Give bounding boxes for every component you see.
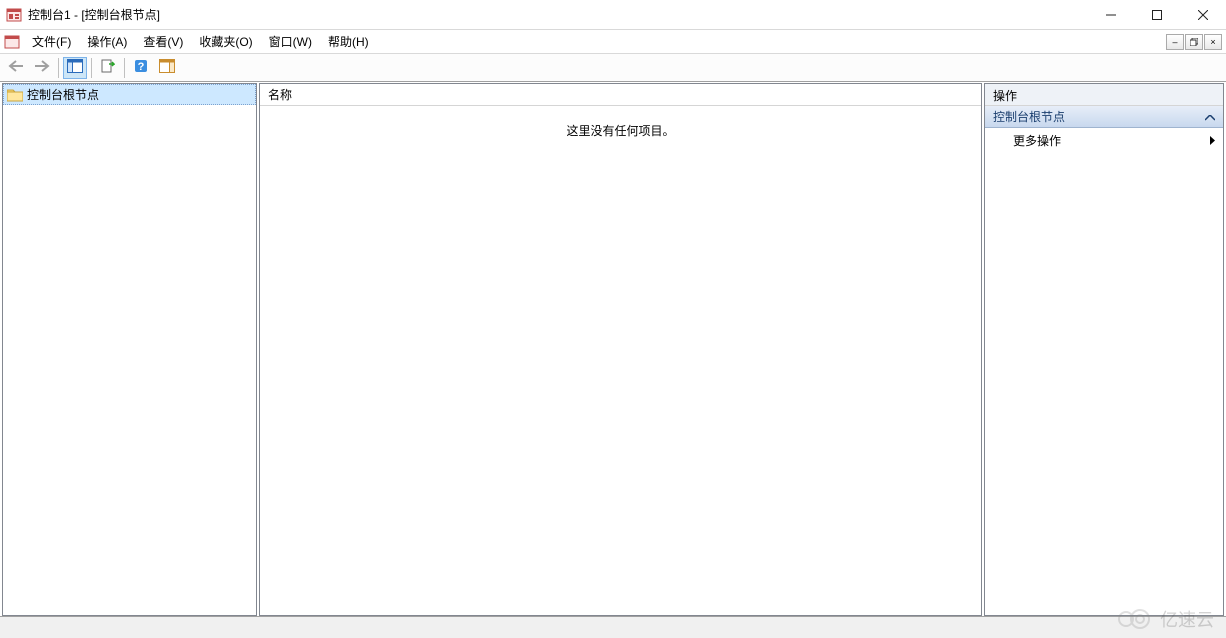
arrow-left-icon xyxy=(8,59,24,76)
action-more-actions-label: 更多操作 xyxy=(1013,132,1061,149)
workspace: 控制台根节点 名称 这里没有任何项目。 操作 控制台根节点 更多操作 xyxy=(0,82,1226,616)
action-more-actions[interactable]: 更多操作 xyxy=(985,128,1223,153)
menu-view[interactable]: 查看(V) xyxy=(135,30,191,53)
close-button[interactable] xyxy=(1180,0,1226,29)
toolbar: ? xyxy=(0,54,1226,82)
menu-favorites[interactable]: 收藏夹(O) xyxy=(191,30,260,53)
forward-button[interactable] xyxy=(30,57,54,79)
tree-root-label: 控制台根节点 xyxy=(27,86,99,103)
action-group-label: 控制台根节点 xyxy=(993,108,1065,125)
column-header-name-label: 名称 xyxy=(268,86,292,103)
maximize-button[interactable] xyxy=(1134,0,1180,29)
mdi-restore-button[interactable] xyxy=(1185,34,1203,50)
status-bar xyxy=(0,616,1226,638)
collapse-up-icon xyxy=(1205,110,1215,124)
menu-window[interactable]: 窗口(W) xyxy=(261,30,320,53)
action-pane-header: 操作 xyxy=(985,84,1223,106)
mdi-controls: – × xyxy=(1165,34,1224,50)
empty-list-message: 这里没有任何项目。 xyxy=(260,106,981,139)
menu-bar: 文件(F) 操作(A) 查看(V) 收藏夹(O) 窗口(W) 帮助(H) – × xyxy=(0,30,1226,54)
mdi-close-button[interactable]: × xyxy=(1204,34,1222,50)
menu-file[interactable]: 文件(F) xyxy=(24,30,79,53)
doc-icon xyxy=(4,34,20,50)
show-tree-button[interactable] xyxy=(63,57,87,79)
sidepane-icon xyxy=(159,59,175,76)
panes-icon xyxy=(67,59,83,76)
mdi-minimize-button[interactable]: – xyxy=(1166,34,1184,50)
action-group-header[interactable]: 控制台根节点 xyxy=(985,106,1223,128)
export-icon xyxy=(101,59,115,76)
list-pane: 名称 这里没有任何项目。 xyxy=(259,83,982,616)
help-button[interactable]: ? xyxy=(129,57,153,79)
arrow-right-icon xyxy=(34,59,50,76)
back-button[interactable] xyxy=(4,57,28,79)
chevron-right-icon xyxy=(1210,134,1215,148)
folder-icon xyxy=(7,88,23,102)
minimize-button[interactable] xyxy=(1088,0,1134,29)
action-pane: 操作 控制台根节点 更多操作 xyxy=(984,83,1224,616)
export-button[interactable] xyxy=(96,57,120,79)
tree-pane: 控制台根节点 xyxy=(2,83,257,616)
title-bar: 控制台1 - [控制台根节点] xyxy=(0,0,1226,30)
svg-text:?: ? xyxy=(138,61,145,73)
toolbar-separator xyxy=(58,58,59,78)
app-icon xyxy=(6,7,22,23)
column-header-name[interactable]: 名称 xyxy=(260,84,981,106)
help-icon: ? xyxy=(134,59,148,76)
toolbar-separator xyxy=(91,58,92,78)
menu-help[interactable]: 帮助(H) xyxy=(320,30,377,53)
window-title: 控制台1 - [控制台根节点] xyxy=(28,6,1088,23)
tree-root-item[interactable]: 控制台根节点 xyxy=(3,84,256,105)
toolbar-separator xyxy=(124,58,125,78)
menu-action[interactable]: 操作(A) xyxy=(79,30,135,53)
show-actions-button[interactable] xyxy=(155,57,179,79)
